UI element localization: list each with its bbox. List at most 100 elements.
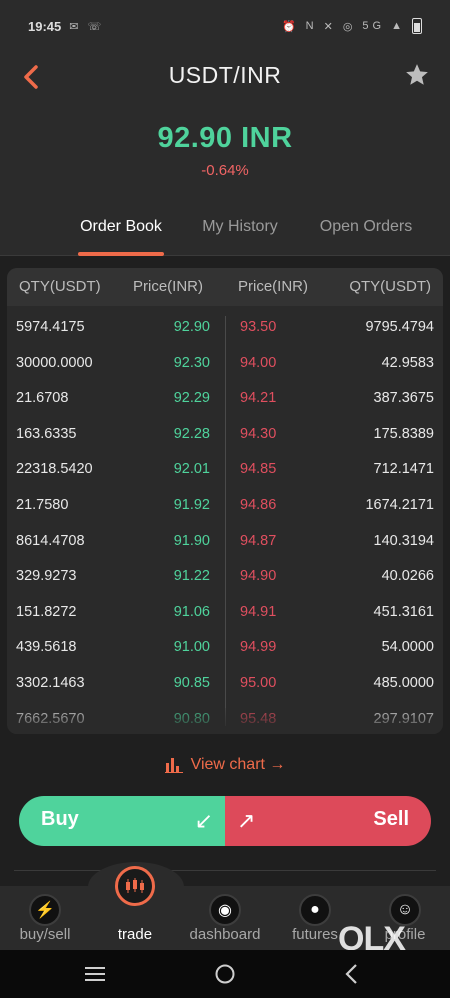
bid-price: 92.29 (173, 390, 210, 407)
arrow-up-right-icon: ↗ (237, 808, 256, 833)
ask-qty: 451.3161 (373, 603, 434, 620)
bid-qty: 151.8272 (16, 603, 77, 620)
table-row[interactable]: 163.6335 92.28 94.30 175.8389 (7, 417, 443, 453)
page-title: USDT/INR (168, 62, 282, 88)
recents-icon[interactable] (84, 966, 106, 982)
ask-qty: 485.0000 (373, 674, 434, 691)
header-ask-price: Price(INR) (238, 278, 308, 295)
bid-price: 92.28 (173, 425, 210, 442)
bid-price: 92.90 (173, 319, 210, 335)
home-icon[interactable] (214, 963, 236, 985)
status-left-icons: ✉ ☏ (69, 20, 104, 33)
table-row[interactable]: 439.5618 91.00 94.99 54.0000 (7, 630, 443, 666)
table-row[interactable]: 5974.4175 92.90 93.50 9795.4794 (7, 310, 443, 346)
table-row[interactable]: 30000.0000 92.30 94.00 42.9583 (7, 346, 443, 382)
scroll-fade (7, 708, 443, 734)
table-row[interactable]: 22318.5420 92.01 94.85 712.1471 (7, 452, 443, 488)
bid-qty: 439.5618 (16, 639, 77, 656)
sell-button[interactable]: ↗ Sell (225, 796, 431, 846)
mail-icon: ✉ (69, 20, 82, 33)
table-row[interactable]: 329.9273 91.22 94.90 40.0266 (7, 559, 443, 595)
table-row[interactable]: 151.8272 91.06 94.91 451.3161 (7, 595, 443, 631)
bid-price: 92.30 (173, 354, 210, 371)
ask-qty: 1674.2171 (365, 496, 434, 513)
star-icon (406, 64, 428, 85)
ask-qty: 712.1471 (373, 461, 434, 478)
ask-price: 94.91 (240, 603, 277, 620)
lightning-icon: ⚡ (29, 894, 61, 926)
sell-label: Sell (373, 808, 409, 830)
ask-price: 93.50 (240, 319, 277, 335)
order-book-rows: 5974.4175 92.90 93.50 9795.4794 30000.0000 92… (7, 310, 443, 734)
signal-icon: ▲ (391, 20, 406, 32)
ask-qty: 387.3675 (373, 390, 434, 407)
status-bar: 19:45 ✉ ☏ ⏰ N ✕ ◎ 5G ▲ (0, 0, 450, 52)
header-bid-price: Price(INR) (133, 278, 203, 295)
tab-open-orders[interactable]: Open Orders (312, 218, 420, 236)
tab-bar: Order Book My History Open Orders (0, 204, 450, 256)
futures-icon: ● (299, 894, 331, 926)
ask-qty: 9795.4794 (365, 319, 434, 335)
tab-my-history[interactable]: My History (196, 218, 284, 236)
view-chart-label: View chart → (190, 756, 286, 773)
alarm-icon: ⏰ (281, 20, 300, 33)
ask-price: 94.90 (240, 568, 277, 585)
arrow-down-left-icon: ↙ (194, 808, 213, 833)
bid-price: 91.90 (173, 532, 210, 549)
ask-price: 94.21 (240, 390, 277, 407)
mute-icon: ✕ (323, 20, 337, 33)
table-row[interactable]: 3302.1463 90.85 95.00 485.0000 (7, 666, 443, 702)
bid-price: 91.22 (173, 568, 210, 585)
bid-qty: 3302.1463 (16, 674, 85, 691)
ask-qty: 54.0000 (381, 639, 434, 656)
bar-chart-icon (164, 758, 183, 773)
bid-price: 91.92 (173, 496, 210, 513)
bid-qty: 30000.0000 (16, 354, 93, 371)
bid-price: 91.00 (173, 639, 210, 656)
status-time: 19:45 (28, 18, 62, 34)
bid-price: 90.85 (173, 674, 210, 691)
dashboard-icon: ◉ (209, 894, 241, 926)
system-nav-bar (0, 950, 450, 998)
table-row[interactable]: 8614.4708 91.90 94.87 140.3194 (7, 524, 443, 560)
pair-header: USDT/INR 92.90 INR -0.64% Order Book My … (0, 52, 450, 256)
trade-actions: Buy ↙ ↗ Sell (19, 796, 431, 846)
ask-price: 94.00 (240, 354, 277, 371)
ask-price: 94.99 (240, 639, 277, 656)
bid-qty: 5974.4175 (16, 319, 85, 335)
tab-order-book[interactable]: Order Book (78, 218, 164, 236)
buy-label: Buy (41, 808, 79, 830)
back-icon[interactable] (344, 963, 360, 985)
ask-qty: 42.9583 (381, 354, 434, 371)
view-chart-link[interactable]: View chart → (0, 756, 450, 774)
bid-qty: 22318.5420 (16, 461, 93, 478)
order-book-header: QTY(USDT) Price(INR) Price(INR) QTY(USDT… (7, 268, 443, 306)
5g-icon: 5G (362, 20, 386, 32)
nfc-icon: N (305, 20, 318, 32)
nav-separator (14, 870, 436, 871)
candlestick-icon (115, 866, 155, 906)
nav-label-trade: trade (117, 926, 153, 943)
ask-price: 94.87 (240, 532, 277, 549)
nav-label-dashboard: dashboard (189, 926, 261, 943)
favorite-star-button[interactable] (404, 62, 430, 88)
bid-price: 92.01 (173, 461, 210, 478)
ask-qty: 175.8389 (373, 425, 434, 442)
nav-label-buy-sell: buy/sell (19, 926, 71, 943)
ask-qty: 40.0266 (381, 568, 434, 585)
ask-qty: 140.3194 (373, 532, 434, 549)
ask-price: 94.86 (240, 496, 277, 513)
ask-price: 94.85 (240, 461, 277, 478)
header-bid-qty: QTY(USDT) (19, 278, 101, 295)
order-book[interactable]: QTY(USDT) Price(INR) Price(INR) QTY(USDT… (7, 268, 443, 734)
header-ask-qty: QTY(USDT) (349, 278, 431, 295)
price-change: -0.64% (201, 162, 249, 179)
bid-qty: 8614.4708 (16, 532, 85, 549)
table-row[interactable]: 21.6708 92.29 94.21 387.3675 (7, 381, 443, 417)
bid-qty: 21.7580 (16, 496, 69, 513)
table-row[interactable]: 21.7580 91.92 94.86 1674.2171 (7, 488, 443, 524)
bid-qty: 21.6708 (16, 390, 69, 407)
battery-icon (412, 18, 422, 34)
bid-price: 91.06 (173, 603, 210, 620)
buy-button[interactable]: Buy ↙ (19, 796, 225, 846)
